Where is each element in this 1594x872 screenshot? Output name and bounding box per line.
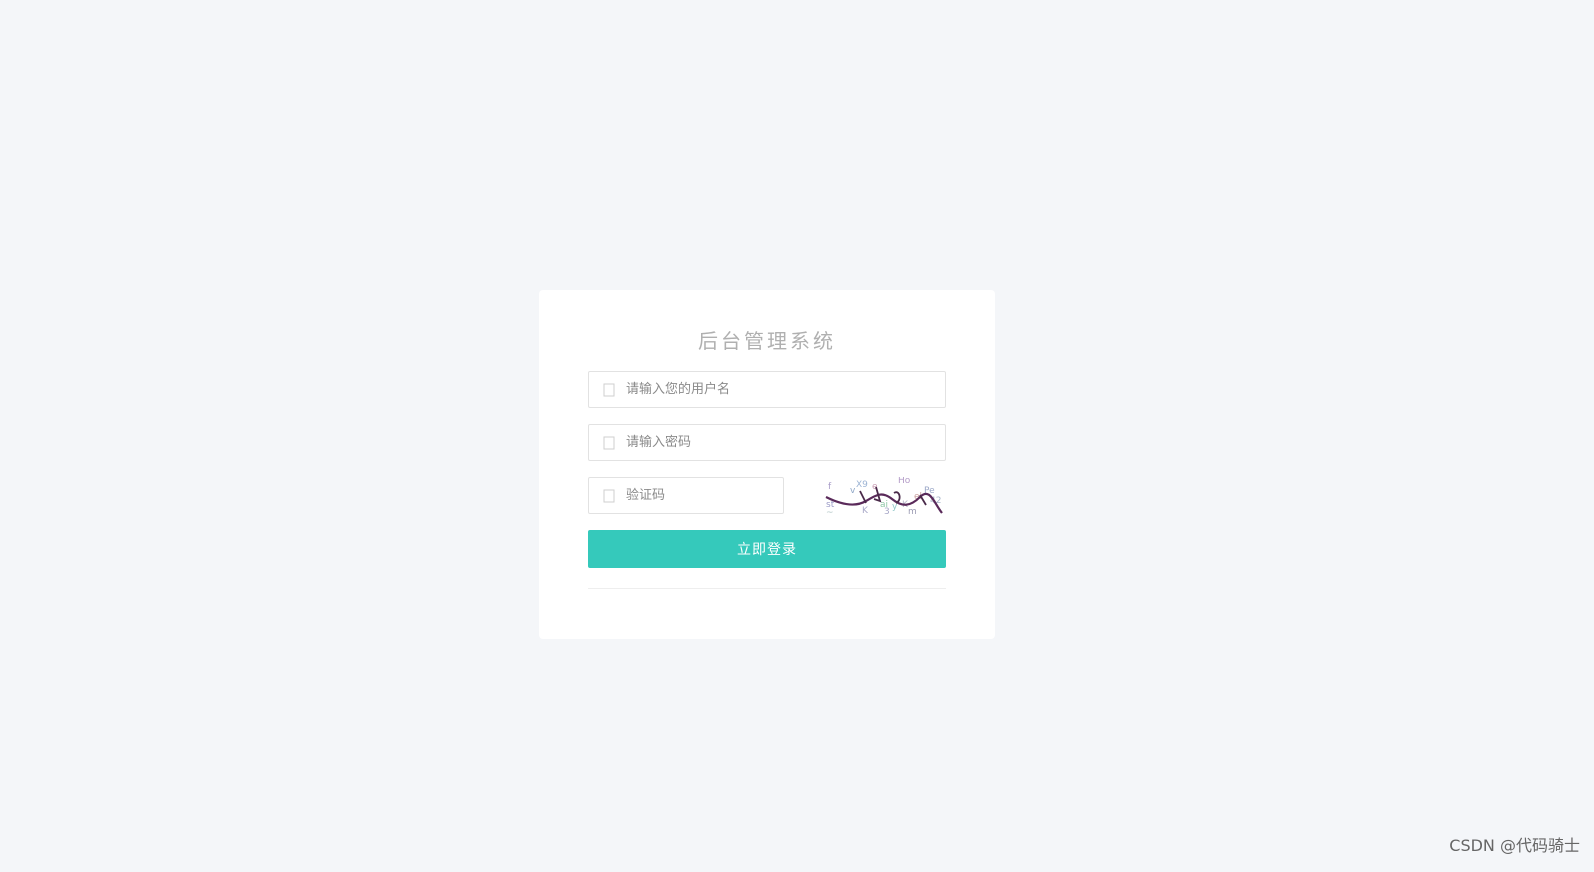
password-field[interactable] [588,424,946,461]
lock-icon [603,436,615,450]
page-title: 后台管理系统 [698,329,836,353]
svg-text:3: 3 [884,507,890,515]
username-input[interactable] [626,372,937,407]
password-input[interactable] [626,425,937,460]
captcha-image[interactable]: f v X9 e Ho el Pe 42 st ai y K K 3 m ~ [822,477,946,515]
login-page: 后台管理系统 请输入您的用户名 验证码 f v X9 e Ho el Pe 42… [0,0,1594,872]
captcha-field[interactable] [588,477,784,514]
svg-text:X9: X9 [856,480,868,490]
watermark: CSDN @代码骑士 [1449,836,1580,855]
divider [588,588,946,589]
svg-text:~: ~ [826,508,834,515]
svg-text:Ho: Ho [898,477,911,486]
user-icon [603,383,615,397]
login-button[interactable]: 立即登录 [588,530,946,568]
captcha-input[interactable] [626,478,775,513]
svg-text:m: m [908,507,917,515]
shield-icon [603,489,615,503]
login-card: 后台管理系统 请输入您的用户名 验证码 f v X9 e Ho el Pe 42… [539,290,995,639]
username-field[interactable] [588,371,946,408]
